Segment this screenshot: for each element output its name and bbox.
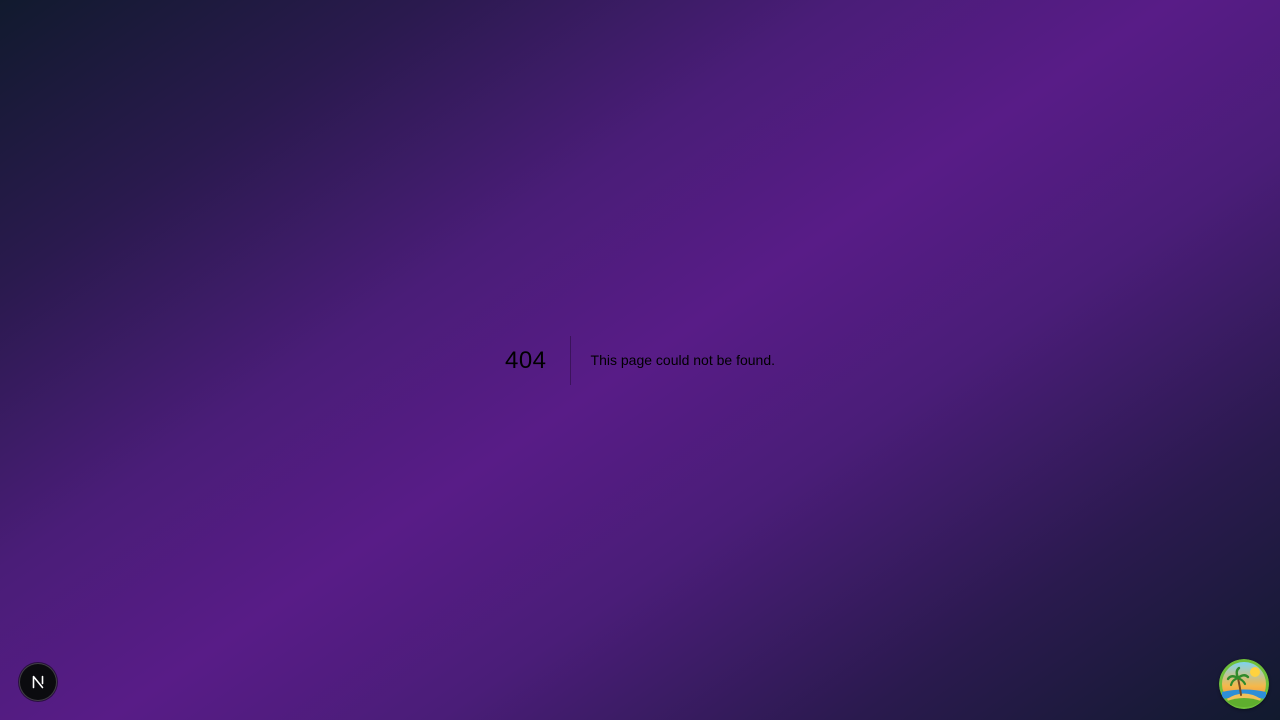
- nextjs-logo-icon: [32, 675, 44, 689]
- user-avatar[interactable]: [1219, 659, 1269, 709]
- nextjs-dev-tools-button[interactable]: [19, 663, 57, 701]
- error-message: This page could not be found.: [590, 351, 775, 368]
- tropical-island-avatar-icon: [1219, 659, 1269, 709]
- error-code: 404: [505, 335, 571, 385]
- error-page: 404 This page could not be found.: [0, 0, 1280, 720]
- error-container: 404 This page could not be found.: [505, 335, 775, 385]
